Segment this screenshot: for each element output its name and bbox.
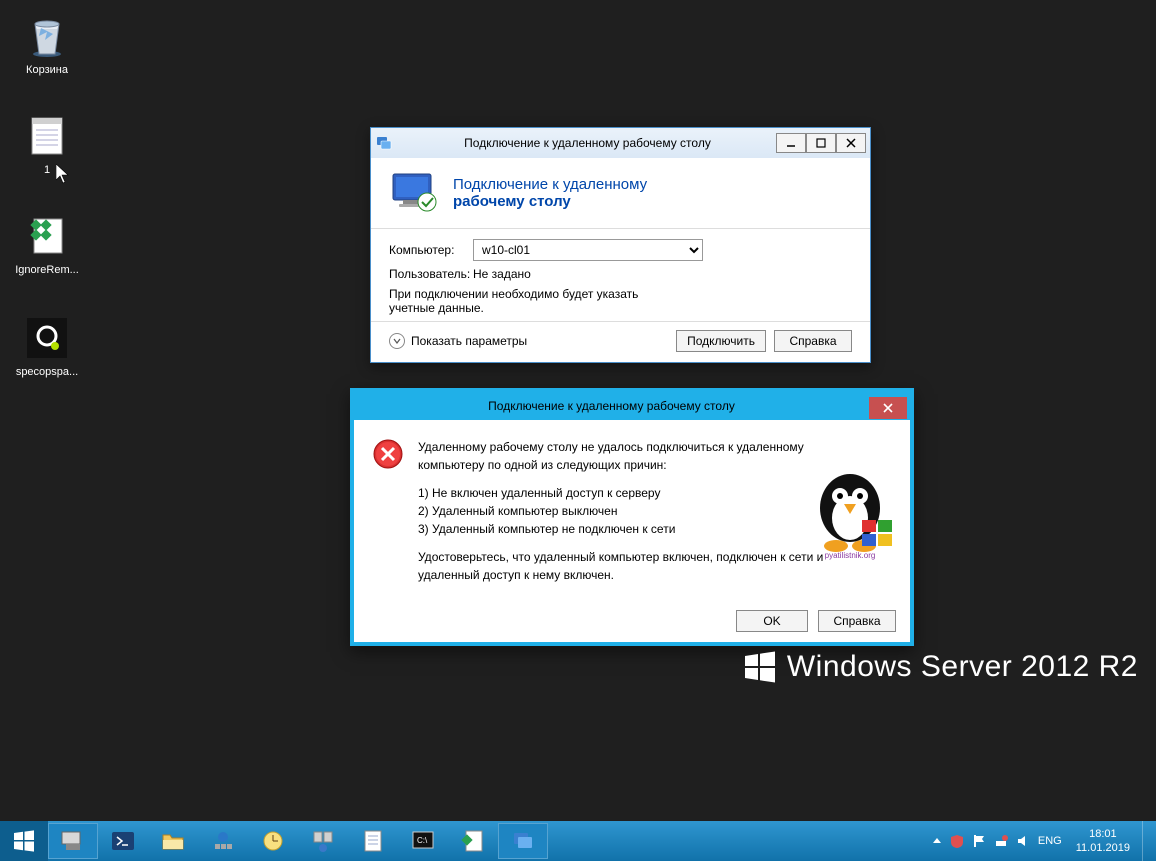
taskbar-server-manager[interactable]: [48, 823, 98, 859]
error-ok-button[interactable]: OK: [736, 610, 808, 632]
taskbar-network-icon[interactable]: [198, 823, 248, 859]
chevron-down-icon: [389, 333, 405, 349]
tray-clock[interactable]: 18:01 11.01.2019: [1076, 827, 1130, 856]
tray-show-hidden-icon[interactable]: [932, 836, 942, 846]
desktop-icon-ignorerem[interactable]: IgnoreRem...: [8, 212, 86, 276]
svg-text:C:\: C:\: [417, 836, 428, 845]
recycle-bin-icon: [23, 12, 71, 60]
desktop-icon-label: Корзина: [8, 64, 86, 76]
user-label: Пользователь:: [389, 267, 461, 281]
os-watermark-text: Windows Server 2012 R2: [787, 650, 1138, 684]
tray-flag-icon[interactable]: [972, 834, 986, 848]
tray-security-icon[interactable]: [950, 834, 964, 848]
error-title: Подключение к удаленному рабочему столу: [354, 399, 869, 413]
mascot-image: pyatilistnik.org: [800, 460, 900, 560]
tray-volume-icon[interactable]: [1016, 834, 1030, 848]
show-options-toggle[interactable]: Показать параметры: [389, 333, 527, 349]
help-button[interactable]: Справка: [774, 330, 852, 352]
desktop-icon-label: specopspa...: [8, 366, 86, 378]
taskbar-regedit[interactable]: [448, 823, 498, 859]
error-reason-3: 3) Удаленный компьютер не подключен к се…: [418, 520, 858, 538]
rdp-titlebar[interactable]: Подключение к удаленному рабочему столу: [371, 128, 870, 158]
rdp-hero-line2: рабочему столу: [453, 193, 647, 210]
taskbar-notepad[interactable]: [348, 823, 398, 859]
taskbar-cmd[interactable]: C:\: [398, 823, 448, 859]
notepad-file-icon: [23, 112, 71, 160]
desktop-icon-specopspa[interactable]: specopspa...: [8, 314, 86, 378]
system-tray: ENG 18:01 11.01.2019: [926, 821, 1156, 861]
window-maximize-button[interactable]: [806, 133, 836, 153]
rdp-error-dialog: Подключение к удаленному рабочему столу …: [350, 388, 914, 646]
desktop-icon-notepad-1[interactable]: 1: [8, 112, 86, 176]
taskbar-file-explorer[interactable]: [148, 823, 198, 859]
specops-icon: [23, 314, 71, 362]
show-desktop-button[interactable]: [1142, 821, 1150, 861]
mouse-cursor: [56, 164, 70, 184]
error-reason-1: 1) Не включен удаленный доступ к серверу: [418, 484, 858, 502]
show-options-label: Показать параметры: [411, 334, 527, 348]
desktop-icon-recycle-bin[interactable]: Корзина: [8, 12, 86, 76]
error-close-button[interactable]: [869, 397, 907, 419]
desktop-icon-label: 1: [8, 164, 86, 176]
taskbar-rdp[interactable]: [498, 823, 548, 859]
rdp-hero-icon: [389, 172, 439, 214]
user-value: Не задано: [473, 267, 531, 281]
tray-date: 11.01.2019: [1076, 841, 1130, 855]
os-watermark: Windows Server 2012 R2: [743, 650, 1138, 684]
tray-network-muted-icon[interactable]: [994, 834, 1008, 848]
computer-select[interactable]: w10-cl01: [473, 239, 703, 261]
rdp-hero: Подключение к удаленному рабочему столу: [371, 158, 870, 229]
windows-logo-icon: [743, 650, 777, 684]
desktop-icon-label: IgnoreRem...: [8, 264, 86, 276]
tray-time: 18:01: [1076, 827, 1130, 841]
window-minimize-button[interactable]: [776, 133, 806, 153]
rdp-titlebar-icon: [375, 134, 393, 152]
computer-label: Компьютер:: [389, 243, 461, 257]
taskbar-clock-icon[interactable]: [248, 823, 298, 859]
reg-file-icon: [23, 212, 71, 260]
error-titlebar[interactable]: Подключение к удаленному рабочему столу: [354, 392, 910, 420]
connect-button[interactable]: Подключить: [676, 330, 766, 352]
rdp-hero-line1: Подключение к удаленному: [453, 176, 647, 193]
error-outro: Удостоверьтесь, что удаленный компьютер …: [418, 548, 858, 584]
rdp-connection-window: Подключение к удаленному рабочему столу …: [370, 127, 871, 363]
window-close-button[interactable]: [836, 133, 866, 153]
rdp-credentials-note: При подключении необходимо будет указать…: [389, 287, 669, 315]
rdp-form: Компьютер: w10-cl01 Пользователь: Не зад…: [371, 229, 870, 321]
taskbar: C:\ ENG 18:01 11.01.2019: [0, 821, 1156, 861]
taskbar-powershell[interactable]: [98, 823, 148, 859]
svg-text:pyatilistnik.org: pyatilistnik.org: [825, 551, 876, 560]
tray-language[interactable]: ENG: [1038, 835, 1062, 847]
error-intro: Удаленному рабочему столу не удалось под…: [418, 438, 858, 474]
rdp-window-title: Подключение к удаленному рабочему столу: [399, 136, 776, 150]
error-icon: [372, 438, 404, 470]
error-help-button[interactable]: Справка: [818, 610, 896, 632]
taskbar-dns-icon[interactable]: [298, 823, 348, 859]
start-button[interactable]: [0, 821, 48, 861]
error-reason-2: 2) Удаленный компьютер выключен: [418, 502, 858, 520]
